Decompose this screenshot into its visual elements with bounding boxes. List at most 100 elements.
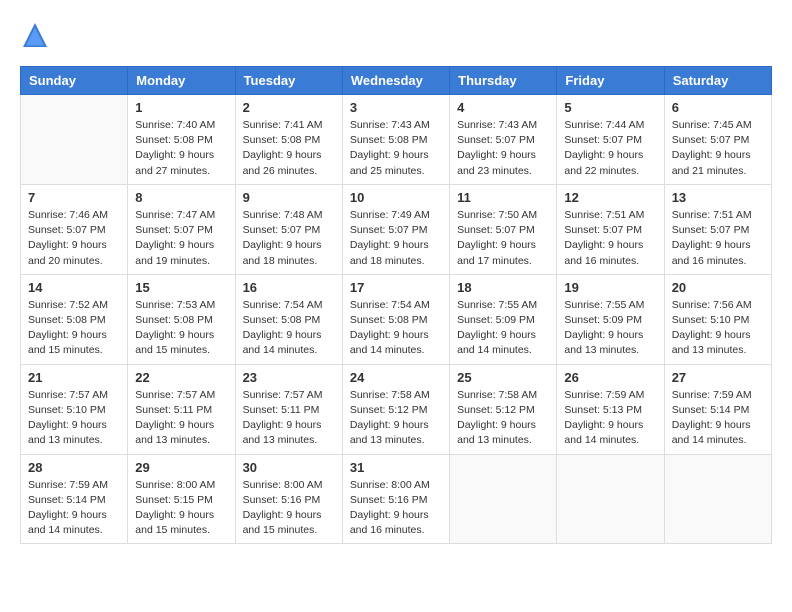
calendar-week-row: 1 Sunrise: 7:40 AMSunset: 5:08 PMDaylight… <box>21 95 772 185</box>
day-info: Sunrise: 7:51 AMSunset: 5:07 PMDaylight:… <box>564 208 656 269</box>
day-info: Sunrise: 7:46 AMSunset: 5:07 PMDaylight:… <box>28 208 120 269</box>
day-number: 29 <box>135 460 227 475</box>
day-number: 22 <box>135 370 227 385</box>
day-info: Sunrise: 7:58 AMSunset: 5:12 PMDaylight:… <box>457 388 549 449</box>
day-info: Sunrise: 7:56 AMSunset: 5:10 PMDaylight:… <box>672 298 764 359</box>
calendar-cell <box>664 454 771 544</box>
day-number: 4 <box>457 100 549 115</box>
day-info: Sunrise: 7:54 AMSunset: 5:08 PMDaylight:… <box>350 298 442 359</box>
col-header-friday: Friday <box>557 67 664 95</box>
calendar-cell: 22 Sunrise: 7:57 AMSunset: 5:11 PMDayligh… <box>128 364 235 454</box>
day-number: 28 <box>28 460 120 475</box>
day-number: 10 <box>350 190 442 205</box>
day-number: 23 <box>243 370 335 385</box>
day-number: 8 <box>135 190 227 205</box>
calendar-cell: 31Sunrise: 8:00 AMSunset: 5:16 PMDayligh… <box>342 454 449 544</box>
day-number: 24 <box>350 370 442 385</box>
day-number: 16 <box>243 280 335 295</box>
calendar-cell: 5 Sunrise: 7:44 AMSunset: 5:07 PMDaylight… <box>557 95 664 185</box>
day-number: 5 <box>564 100 656 115</box>
calendar-cell: 25 Sunrise: 7:58 AMSunset: 5:12 PMDayligh… <box>450 364 557 454</box>
calendar-cell: 8 Sunrise: 7:47 AMSunset: 5:07 PMDaylight… <box>128 184 235 274</box>
calendar-cell: 1 Sunrise: 7:40 AMSunset: 5:08 PMDaylight… <box>128 95 235 185</box>
day-info: Sunrise: 7:45 AMSunset: 5:07 PMDaylight:… <box>672 118 764 179</box>
calendar-week-row: 7Sunrise: 7:46 AMSunset: 5:07 PMDaylight… <box>21 184 772 274</box>
day-number: 3 <box>350 100 442 115</box>
day-info: Sunrise: 7:44 AMSunset: 5:07 PMDaylight:… <box>564 118 656 179</box>
day-info: Sunrise: 7:57 AMSunset: 5:10 PMDaylight:… <box>28 388 120 449</box>
calendar-header-row: SundayMondayTuesdayWednesdayThursdayFrid… <box>21 67 772 95</box>
calendar-cell: 27 Sunrise: 7:59 AMSunset: 5:14 PMDayligh… <box>664 364 771 454</box>
col-header-saturday: Saturday <box>664 67 771 95</box>
calendar-cell: 26 Sunrise: 7:59 AMSunset: 5:13 PMDayligh… <box>557 364 664 454</box>
calendar-cell: 16 Sunrise: 7:54 AMSunset: 5:08 PMDayligh… <box>235 274 342 364</box>
calendar-cell <box>557 454 664 544</box>
day-info: Sunrise: 7:59 AMSunset: 5:14 PMDaylight:… <box>672 388 764 449</box>
day-info: Sunrise: 7:48 AMSunset: 5:07 PMDaylight:… <box>243 208 335 269</box>
day-info: Sunrise: 7:57 AMSunset: 5:11 PMDaylight:… <box>243 388 335 449</box>
day-info: Sunrise: 7:57 AMSunset: 5:11 PMDaylight:… <box>135 388 227 449</box>
calendar-cell: 18 Sunrise: 7:55 AMSunset: 5:09 PMDayligh… <box>450 274 557 364</box>
day-number: 19 <box>564 280 656 295</box>
col-header-wednesday: Wednesday <box>342 67 449 95</box>
day-info: Sunrise: 7:43 AMSunset: 5:08 PMDaylight:… <box>350 118 442 179</box>
day-number: 18 <box>457 280 549 295</box>
calendar-cell: 15Sunrise: 7:53 AMSunset: 5:08 PMDayligh… <box>128 274 235 364</box>
calendar-cell <box>450 454 557 544</box>
day-info: Sunrise: 8:00 AMSunset: 5:15 PMDaylight:… <box>135 478 227 539</box>
calendar-cell: 14 Sunrise: 7:52 AMSunset: 5:08 PMDayligh… <box>21 274 128 364</box>
day-info: Sunrise: 7:40 AMSunset: 5:08 PMDaylight:… <box>135 118 227 179</box>
day-number: 9 <box>243 190 335 205</box>
day-number: 30 <box>243 460 335 475</box>
page-header <box>20 20 772 50</box>
day-info: Sunrise: 7:55 AMSunset: 5:09 PMDaylight:… <box>457 298 549 359</box>
calendar-cell: 17 Sunrise: 7:54 AMSunset: 5:08 PMDayligh… <box>342 274 449 364</box>
day-number: 1 <box>135 100 227 115</box>
logo <box>20 20 54 50</box>
col-header-sunday: Sunday <box>21 67 128 95</box>
day-info: Sunrise: 7:55 AMSunset: 5:09 PMDaylight:… <box>564 298 656 359</box>
day-number: 14 <box>28 280 120 295</box>
calendar-cell: 21 Sunrise: 7:57 AMSunset: 5:10 PMDayligh… <box>21 364 128 454</box>
day-info: Sunrise: 8:00 AMSunset: 5:16 PMDaylight:… <box>350 478 442 539</box>
day-info: Sunrise: 7:47 AMSunset: 5:07 PMDaylight:… <box>135 208 227 269</box>
calendar-cell: 7Sunrise: 7:46 AMSunset: 5:07 PMDaylight… <box>21 184 128 274</box>
calendar-table: SundayMondayTuesdayWednesdayThursdayFrid… <box>20 66 772 544</box>
calendar-week-row: 28 Sunrise: 7:59 AMSunset: 5:14 PMDayligh… <box>21 454 772 544</box>
logo-icon <box>20 20 50 50</box>
calendar-cell <box>21 95 128 185</box>
day-number: 6 <box>672 100 764 115</box>
calendar-cell: 4 Sunrise: 7:43 AMSunset: 5:07 PMDaylight… <box>450 95 557 185</box>
day-number: 17 <box>350 280 442 295</box>
calendar-cell: 23 Sunrise: 7:57 AMSunset: 5:11 PMDayligh… <box>235 364 342 454</box>
day-number: 2 <box>243 100 335 115</box>
day-number: 26 <box>564 370 656 385</box>
day-info: Sunrise: 7:43 AMSunset: 5:07 PMDaylight:… <box>457 118 549 179</box>
day-number: 20 <box>672 280 764 295</box>
calendar-cell: 10 Sunrise: 7:49 AMSunset: 5:07 PMDayligh… <box>342 184 449 274</box>
day-info: Sunrise: 7:54 AMSunset: 5:08 PMDaylight:… <box>243 298 335 359</box>
calendar-cell: 20 Sunrise: 7:56 AMSunset: 5:10 PMDayligh… <box>664 274 771 364</box>
day-info: Sunrise: 8:00 AMSunset: 5:16 PMDaylight:… <box>243 478 335 539</box>
col-header-tuesday: Tuesday <box>235 67 342 95</box>
day-number: 13 <box>672 190 764 205</box>
day-info: Sunrise: 7:58 AMSunset: 5:12 PMDaylight:… <box>350 388 442 449</box>
day-number: 27 <box>672 370 764 385</box>
day-number: 21 <box>28 370 120 385</box>
day-info: Sunrise: 7:50 AMSunset: 5:07 PMDaylight:… <box>457 208 549 269</box>
calendar-cell: 9 Sunrise: 7:48 AMSunset: 5:07 PMDaylight… <box>235 184 342 274</box>
day-info: Sunrise: 7:59 AMSunset: 5:13 PMDaylight:… <box>564 388 656 449</box>
day-number: 25 <box>457 370 549 385</box>
day-info: Sunrise: 7:49 AMSunset: 5:07 PMDaylight:… <box>350 208 442 269</box>
day-info: Sunrise: 7:52 AMSunset: 5:08 PMDaylight:… <box>28 298 120 359</box>
day-info: Sunrise: 7:59 AMSunset: 5:14 PMDaylight:… <box>28 478 120 539</box>
calendar-cell: 6 Sunrise: 7:45 AMSunset: 5:07 PMDaylight… <box>664 95 771 185</box>
calendar-cell: 11Sunrise: 7:50 AMSunset: 5:07 PMDayligh… <box>450 184 557 274</box>
day-info: Sunrise: 7:51 AMSunset: 5:07 PMDaylight:… <box>672 208 764 269</box>
calendar-cell: 24 Sunrise: 7:58 AMSunset: 5:12 PMDayligh… <box>342 364 449 454</box>
col-header-thursday: Thursday <box>450 67 557 95</box>
day-number: 15 <box>135 280 227 295</box>
calendar-cell: 30 Sunrise: 8:00 AMSunset: 5:16 PMDayligh… <box>235 454 342 544</box>
calendar-cell: 12Sunrise: 7:51 AMSunset: 5:07 PMDayligh… <box>557 184 664 274</box>
calendar-cell: 3 Sunrise: 7:43 AMSunset: 5:08 PMDaylight… <box>342 95 449 185</box>
